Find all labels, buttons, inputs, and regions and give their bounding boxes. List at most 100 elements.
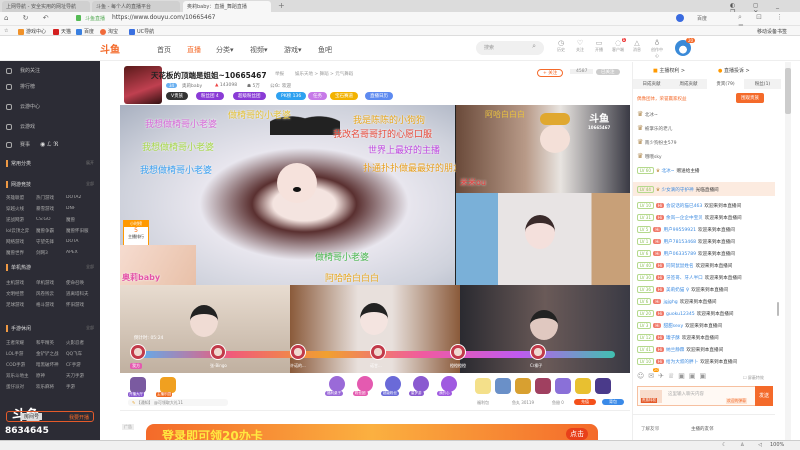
chat-scrollbar[interactable] (777, 302, 779, 316)
bookmark[interactable]: UC导航 (129, 28, 154, 35)
bookmark[interactable]: 游戏中心 (18, 28, 46, 35)
pk-player-name[interactable]: 张-Bingo (210, 363, 227, 369)
game-category-link[interactable]: 火影忍者 (66, 340, 96, 346)
room-badge[interactable]: 粉丝团 4 (196, 92, 224, 100)
gift-item[interactable] (515, 378, 531, 394)
gift-item[interactable] (555, 378, 571, 394)
chat-username[interactable]: 同同鼠鼠姓名 (666, 264, 694, 269)
pk-player-name[interactable]: 诺甘... (370, 363, 382, 369)
bookmark[interactable]: 天猫 (53, 28, 71, 35)
game-category-link[interactable]: 守望先锋 (36, 239, 66, 245)
url-field[interactable]: https://www.douyu.com/10665467 (112, 14, 216, 21)
game-category-link[interactable]: 暗黑破坏神 (36, 362, 66, 368)
barrage-style[interactable]: 欢迎的弹幕 (726, 398, 747, 404)
gift-item[interactable] (495, 378, 511, 394)
report-link[interactable]: 举报 (275, 71, 284, 77)
new-tab-icon[interactable]: + (278, 1, 285, 10)
chat-username[interactable]: 甜甜sexy (663, 324, 683, 329)
mobile-bookmarks[interactable]: 移动设备书签 (757, 28, 787, 35)
game-category-link[interactable]: DOTA (66, 239, 96, 245)
vip-tag[interactable]: 贵族特权 (640, 390, 662, 403)
gift-item[interactable] (575, 378, 591, 394)
creator-center-button[interactable]: ♁ 创作中心 (650, 39, 664, 59)
start-stream-button[interactable]: ▭ 开播 (593, 39, 605, 59)
game-category-link[interactable]: 暴雪游戏 (36, 206, 66, 212)
game-category-link[interactable]: 逆战网游 (6, 217, 36, 223)
notice-bar[interactable]: ✎ 【通知】 @可领取大礼11 (128, 399, 228, 406)
game-category-link[interactable]: 天刀手游 (66, 373, 96, 379)
chat-username[interactable]: 余岚一企企中宝贝 (666, 216, 703, 221)
chat-username[interactable]: 用户06335789 (663, 252, 696, 257)
tab-weekly[interactable]: 周成贡献 (670, 79, 707, 89)
pk-player-avatar[interactable] (530, 344, 546, 360)
game-category-link[interactable]: 魔兽争霸 (36, 228, 66, 234)
hide-effects-checkbox[interactable]: ☐ 屏蔽特效 (743, 375, 764, 381)
game-category-link[interactable]: CS:GO (36, 217, 66, 223)
activity-gift[interactable] (385, 376, 401, 392)
pk-player-avatar[interactable] (210, 344, 226, 360)
search-input[interactable]: 搜索 ⌕ (476, 41, 544, 55)
tab-daily[interactable]: 日成贡献 (633, 79, 670, 89)
game-category-link[interactable]: LOL手游 (6, 351, 36, 357)
video-player[interactable]: 做椅哥的小老婆 我想做椅哥小老婆 我想做椅哥小老婆 我想做椅哥小老婆 我是陈陈的… (120, 105, 630, 373)
vip-list-item[interactable]: ♛ 南少狗扮主579 (637, 138, 677, 146)
chat-username[interactable]: 牙签哥、牙人半口 (666, 276, 703, 281)
chat-username[interactable]: 用户99559921 (663, 228, 696, 233)
game-category-link[interactable]: 足球游戏 (6, 302, 36, 308)
game-category-link[interactable]: 剑网3 (36, 250, 66, 256)
chat-input-box[interactable]: 贵族特权 这里输入聊天内容 欢迎的弹幕 发送 (637, 386, 773, 406)
vip-list-item[interactable]: ♛ 北冰~ (637, 110, 658, 118)
banner-click[interactable]: 点击 (566, 428, 588, 440)
nav-live[interactable]: 直播 (187, 45, 201, 55)
pk-player-avatar[interactable] (130, 344, 146, 360)
gift-entry[interactable] (160, 377, 176, 393)
activity-gift[interactable] (441, 376, 457, 392)
chat-username[interactable]: 给为大叔的胖卜 (666, 360, 698, 365)
game-category-link[interactable]: QQ飞车 (66, 351, 96, 357)
game-category-link[interactable]: 金铲铲之战 (36, 351, 66, 357)
pk-player-avatar[interactable] (370, 344, 386, 360)
vip-button[interactable]: 围观贵族 (736, 93, 764, 103)
game-category-link[interactable]: 逃离塔科夫 (66, 291, 96, 297)
game-category-link[interactable]: DOTA2 (66, 195, 96, 201)
nav-games[interactable]: 游戏▾ (284, 45, 302, 55)
pk-player-name[interactable]: 许诺的... (290, 363, 306, 369)
game-category-link[interactable]: 热门游戏 (36, 195, 66, 201)
game-category-link[interactable]: 使命召唤 (66, 280, 96, 286)
game-category-link[interactable]: 原神 (36, 373, 66, 379)
game-category-link[interactable]: 网络游戏 (6, 239, 36, 245)
message-button[interactable]: △ 消息 (631, 39, 643, 59)
followed-dropdown[interactable]: 已关注 (596, 69, 620, 75)
pk-player-name[interactable]: Cr柳子 (530, 363, 542, 369)
promo-banner[interactable]: 登录即可领20办卡 点击 (146, 424, 598, 440)
follow-button[interactable]: ♡ 关注 (574, 39, 586, 59)
pk-player-name[interactable]: 橙橙橙橙 (450, 363, 466, 369)
anchor-name[interactable]: 奥莉baby (182, 83, 202, 89)
sidebar-item-cloud-center[interactable]: 云游中心 (6, 103, 40, 110)
game-category-link[interactable]: COD手游 (6, 362, 36, 368)
room-badge[interactable]: V贵族 (166, 92, 189, 100)
game-category-link[interactable]: 格斗游戏 (36, 302, 66, 308)
anchor-rights-link[interactable]: ■ 主播权利 > (653, 67, 685, 74)
browser-tab-active[interactable]: 奥莉baby：直播_舞蹈直播 (183, 1, 271, 12)
nav-category[interactable]: 分类▾ (216, 45, 234, 55)
chat-username[interactable]: 纳兰静霖 (666, 348, 684, 353)
room-badge[interactable]: 任务 (308, 92, 327, 100)
room-badge[interactable]: 直播日历 (365, 92, 393, 100)
start-stream-bar[interactable]: 房间号 我要开播 (6, 411, 94, 422)
game-category-link[interactable]: 手游 (66, 384, 96, 390)
tab-vip[interactable]: 贵宾(79) (707, 79, 744, 89)
room-badge[interactable]: 超级粉丝团 (233, 92, 266, 100)
status-icons[interactable]: ☾ ♙ ◁ (722, 442, 768, 448)
complaint-link[interactable]: ● 直播投诉 > (718, 67, 750, 74)
backpack-button[interactable]: 背包 (602, 399, 624, 405)
game-category-link[interactable]: 穿越火线 (6, 206, 36, 212)
chat-input[interactable]: 这里输入聊天内容 (668, 391, 704, 397)
chat-username[interactable]: 用户78153468 (663, 240, 696, 245)
nav-home[interactable]: 首页 (157, 45, 171, 55)
game-category-link[interactable]: 双乐斗地主 (6, 373, 36, 379)
game-category-link[interactable]: 魔兽世界 (6, 250, 36, 256)
client-button[interactable]: ◌ 客户端 1 (612, 38, 626, 59)
game-category-link[interactable]: 蛋仔派对 (6, 384, 36, 390)
pk-player-avatar[interactable] (290, 344, 306, 360)
